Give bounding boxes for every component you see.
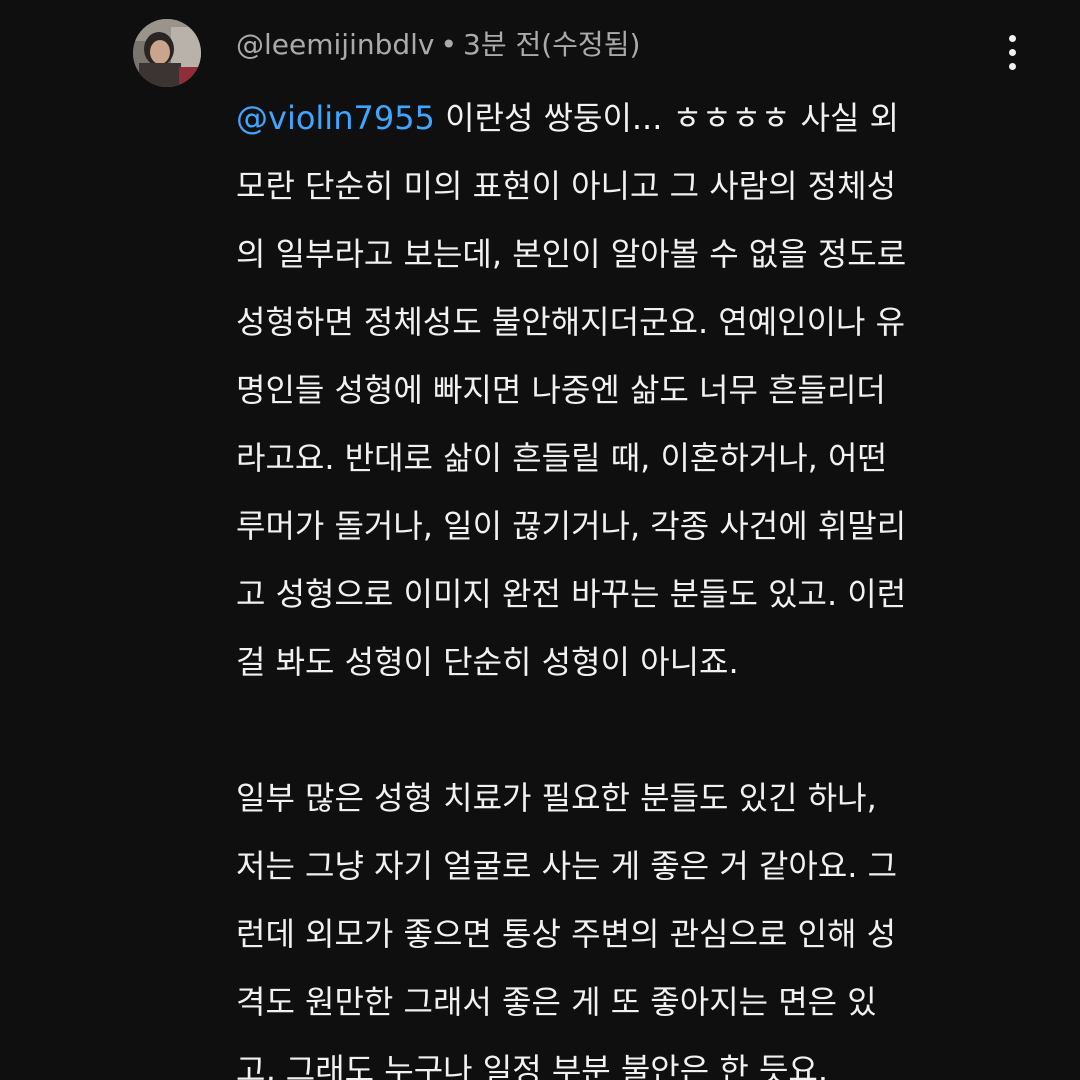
author-avatar[interactable] <box>133 19 201 87</box>
comment-line: @violin7955 이란성 쌍둥이... ㅎㅎㅎㅎ 사실 외 <box>236 84 1026 152</box>
author-handle[interactable]: @leemijinbdlv <box>236 28 435 61</box>
comment-header: @leemijinbdlv • 3분 전(수정됨) <box>236 24 640 66</box>
comment-line: 격도 원만한 그래서 좋은 게 또 좋아지는 면은 있 <box>236 983 877 1021</box>
comment-line: 런데 외모가 좋으면 통상 주변의 관심으로 인해 성 <box>236 915 897 953</box>
more-actions-button[interactable] <box>992 28 1032 76</box>
comment-body: @violin7955 이란성 쌍둥이... ㅎㅎㅎㅎ 사실 외 모란 단순히 … <box>236 84 1026 1080</box>
more-vert-icon <box>1008 34 1016 70</box>
comment-line: 고, 그래도 누구나 일정 부분 불안은 한 듯요. <box>236 1051 829 1080</box>
paragraph-break <box>236 696 1026 764</box>
comment-line: 성형하면 정체성도 불안해지더군요. 연예인이나 유 <box>236 303 906 341</box>
comment-line: 고 성형으로 이미지 완전 바꾸는 분들도 있고. 이런 <box>236 575 907 613</box>
comment-timestamp: 3분 전(수정됨) <box>463 28 641 61</box>
comment-line: 모란 단순히 미의 표현이 아니고 그 사람의 정체성 <box>236 167 897 205</box>
comment-line: 명인들 성형에 빠지면 나중엔 삶도 너무 흔들리더 <box>236 371 886 409</box>
comment-line: 저는 그냥 자기 얼굴로 사는 게 좋은 거 같아요. 그 <box>236 847 898 885</box>
comment-line: 라고요. 반대로 삶이 흔들릴 때, 이혼하거나, 어떤 <box>236 439 887 477</box>
header-separator: • <box>440 28 458 61</box>
comment-line: 루머가 돌거나, 일이 끊기거나, 각종 사건에 휘말리 <box>236 507 907 545</box>
avatar-image <box>133 19 201 87</box>
comment-line: 의 일부라고 보는데, 본인이 알아볼 수 없을 정도로 <box>236 235 907 273</box>
comment-line: 걸 봐도 성형이 단순히 성형이 아니죠. <box>236 643 739 681</box>
comment-thread-item: @leemijinbdlv • 3분 전(수정됨) @violin7955 이란성 … <box>0 0 1080 1080</box>
comment-line-text: 이란성 쌍둥이... ㅎㅎㅎㅎ 사실 외 <box>434 99 900 137</box>
mention-link[interactable]: @violin7955 <box>236 99 435 137</box>
comment-line: 일부 많은 성형 치료가 필요한 분들도 있긴 하나, <box>236 779 877 817</box>
